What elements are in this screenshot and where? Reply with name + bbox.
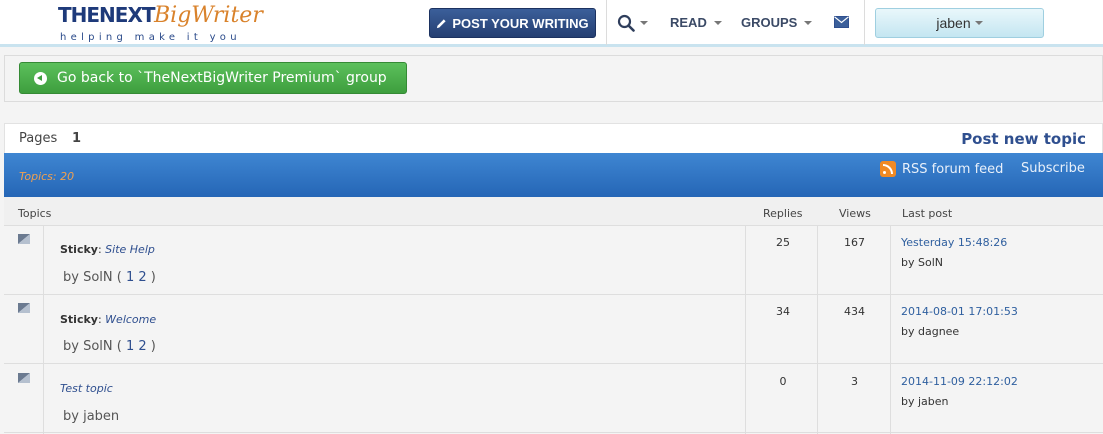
views-count: 3 [851, 375, 858, 388]
rss-feed-link[interactable]: RSS forum feed [880, 161, 1003, 177]
topic-flag-icon [18, 303, 30, 313]
user-menu-button[interactable]: jaben [875, 8, 1044, 38]
nav-divider [864, 0, 865, 45]
topic-title[interactable]: Test topic [60, 382, 113, 395]
replies-count: 25 [776, 236, 790, 249]
chevron-down-icon [640, 21, 648, 25]
topic-page-link[interactable]: 1 [126, 270, 134, 285]
mail-icon[interactable] [834, 16, 849, 28]
column-header-replies[interactable]: Replies [763, 207, 803, 220]
nav-groups-label: GROUPS [741, 15, 798, 30]
post-new-topic-link[interactable]: Post new topic [961, 130, 1086, 148]
column-divider [817, 226, 818, 434]
rss-icon [880, 161, 896, 177]
go-back-group-button[interactable]: Go back to `TheNextBigWriter Premium` gr… [19, 62, 407, 94]
pages-label: Pages [19, 131, 58, 146]
rss-feed-label: RSS forum feed [902, 161, 1004, 177]
topic-flag-icon [18, 234, 30, 244]
post-your-writing-button[interactable]: POST YOUR WRITING [429, 8, 596, 38]
last-post-date[interactable]: 2014-11-09 22:12:02 [901, 375, 1018, 388]
subscribe-link[interactable]: Subscribe [1021, 161, 1085, 176]
last-post-date[interactable]: 2014-08-01 17:01:53 [901, 305, 1018, 318]
topic-link[interactable]: Welcome [105, 313, 156, 326]
topic-author-text: by jaben [63, 409, 120, 424]
topic-author: by SolN ( 1 2 ) [63, 270, 156, 285]
chevron-down-icon [804, 20, 813, 25]
last-post-author: by SolN [901, 256, 943, 269]
pagination-bar [4, 123, 1103, 154]
logo-script-text: BigWriter [154, 3, 263, 28]
topic-flag-icon [18, 373, 30, 383]
current-page-number: 1 [72, 131, 82, 146]
pencil-icon [437, 18, 446, 28]
column-divider [43, 226, 44, 434]
topic-link[interactable]: Test topic [60, 382, 113, 395]
topic-page-link[interactable]: 2 [138, 339, 146, 354]
column-divider [890, 226, 891, 434]
column-header-last-post[interactable]: Last post [902, 207, 952, 220]
column-header-views[interactable]: Views [839, 207, 871, 220]
last-post-author: by dagnee [901, 325, 960, 338]
sticky-label: Sticky [60, 243, 98, 256]
last-post-author: by jaben [901, 395, 949, 408]
topic-author: by jaben [63, 409, 119, 424]
last-post-date[interactable]: Yesterday 15:48:26 [901, 236, 1007, 249]
views-count: 434 [844, 305, 865, 318]
replies-count: 34 [776, 305, 790, 318]
topic-title[interactable]: Sticky: Welcome [60, 313, 156, 326]
topic-page-link[interactable]: 1 [126, 339, 134, 354]
column-header-topics[interactable]: Topics [18, 207, 51, 220]
logo-main-text: THENEXT [58, 3, 156, 27]
site-logo[interactable]: THENEXT BigWriter helping make it you [58, 3, 273, 45]
go-back-group-label: Go back to `TheNextBigWriter Premium` gr… [57, 70, 387, 86]
nav-divider [606, 0, 607, 45]
logo-tagline: helping make it you [60, 32, 241, 43]
topics-count: Topics: 20 [19, 170, 75, 183]
chevron-down-icon [713, 20, 722, 25]
post-your-writing-label: POST YOUR WRITING [452, 15, 589, 31]
topic-link[interactable]: Site Help [105, 243, 155, 256]
back-arrow-icon [34, 71, 47, 85]
column-divider [745, 226, 746, 434]
topic-title[interactable]: Sticky: Site Help [60, 243, 155, 256]
topic-page-link[interactable]: 2 [138, 270, 146, 285]
nav-groups[interactable]: GROUPS [741, 15, 813, 30]
replies-count: 0 [779, 375, 787, 388]
search-menu[interactable] [617, 12, 653, 34]
topic-author-text: by SolN [63, 339, 113, 354]
chevron-down-icon [974, 21, 983, 25]
topic-author: by SolN ( 1 2 ) [63, 339, 156, 354]
search-icon [617, 14, 635, 32]
sticky-label: Sticky [60, 313, 98, 326]
user-name: jaben [936, 15, 971, 31]
nav-read[interactable]: READ [670, 15, 722, 30]
nav-read-label: READ [670, 15, 707, 30]
topic-author-text: by SolN [63, 270, 113, 285]
views-count: 167 [844, 236, 865, 249]
